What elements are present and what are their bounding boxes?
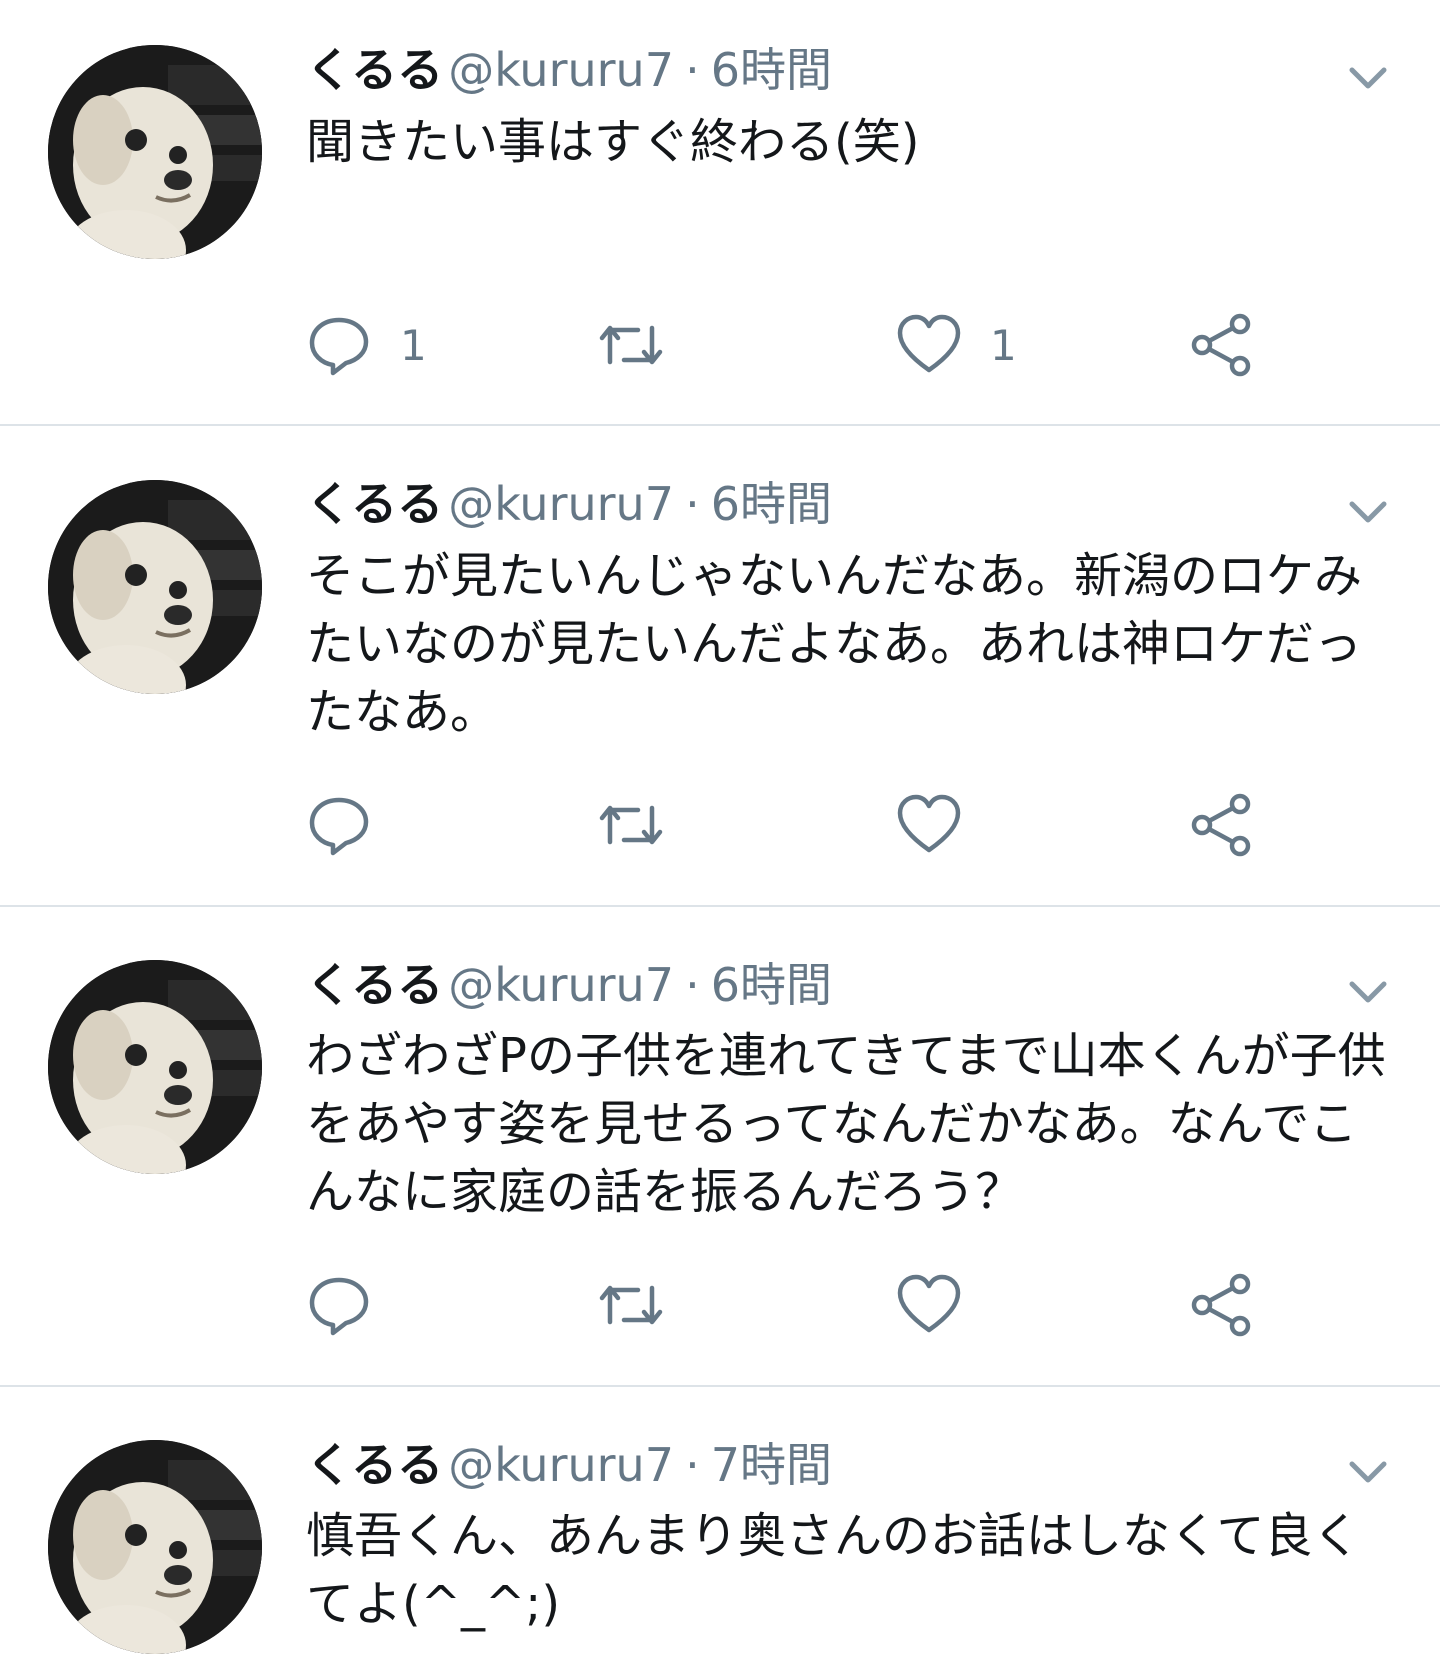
share-icon [1191, 793, 1251, 857]
dog-avatar-image [48, 45, 262, 259]
tweet-divider [0, 1385, 1440, 1387]
reply-button[interactable]: 1 [306, 310, 427, 380]
display-name[interactable]: くるる [306, 1438, 443, 1492]
share-icon [1191, 313, 1251, 377]
timestamp[interactable]: 6時間 [711, 958, 832, 1012]
user-handle[interactable]: @kururu7 [448, 958, 674, 1012]
reply-button[interactable] [306, 1270, 400, 1340]
avatar[interactable] [48, 960, 262, 1174]
dog-avatar-image [48, 480, 262, 694]
separator-dot: · [685, 1438, 700, 1492]
reply-count: 1 [400, 320, 427, 370]
avatar[interactable] [48, 45, 262, 259]
separator-dot: · [685, 958, 700, 1012]
chevron-down-icon[interactable] [1344, 972, 1392, 1012]
tweet-header: くるる @kururu7 · 7時間 [306, 1435, 832, 1495]
timestamp[interactable]: 6時間 [711, 477, 832, 531]
display-name[interactable]: くるる [306, 958, 443, 1012]
heart-icon [897, 314, 961, 373]
like-button[interactable] [896, 1270, 990, 1340]
share-button[interactable] [1190, 310, 1256, 380]
user-handle[interactable]: @kururu7 [448, 477, 674, 531]
retweet-button[interactable] [598, 1270, 692, 1340]
avatar[interactable] [48, 480, 262, 694]
tweet-divider [0, 905, 1440, 907]
like-button[interactable]: 1 [896, 310, 1017, 380]
retweet-button[interactable] [598, 790, 692, 860]
chevron-down-icon[interactable] [1344, 1452, 1392, 1492]
display-name[interactable]: くるる [306, 43, 443, 97]
share-button[interactable] [1190, 790, 1256, 860]
tweet-text: わざわざPの子供を連れてきてまで山本くんが子供をあやす姿を見せるってなんだかなあ… [306, 1028, 1386, 1220]
share-icon [1191, 1273, 1251, 1337]
reply-button[interactable] [306, 790, 400, 860]
retweet-icon [599, 325, 663, 365]
reply-icon [309, 317, 369, 376]
like-button[interactable] [896, 790, 990, 860]
reply-icon [309, 797, 369, 856]
share-button[interactable] [1190, 1270, 1256, 1340]
tweet-divider [0, 424, 1440, 426]
chevron-down-icon[interactable] [1344, 492, 1392, 532]
dog-avatar-image [48, 960, 262, 1174]
user-handle[interactable]: @kururu7 [448, 43, 674, 97]
tweet-header: くるる @kururu7 · 6時間 [306, 474, 832, 534]
heart-icon [897, 794, 961, 853]
display-name[interactable]: くるる [306, 477, 443, 531]
tweet-text: 慎吾くん、あんまり奥さんのお話はしなくて良くてよ(^_^;) [306, 1508, 1361, 1632]
retweet-icon [599, 805, 663, 845]
retweet-icon [599, 1285, 663, 1325]
heart-icon [897, 1274, 961, 1333]
dog-avatar-image [48, 1440, 262, 1654]
avatar[interactable] [48, 1440, 262, 1654]
retweet-button[interactable] [598, 310, 692, 380]
timestamp[interactable]: 7時間 [711, 1438, 832, 1492]
separator-dot: · [685, 43, 700, 97]
tweet-header: くるる @kururu7 · 6時間 [306, 955, 832, 1015]
chevron-down-icon[interactable] [1344, 58, 1392, 98]
user-handle[interactable]: @kururu7 [448, 1438, 674, 1492]
tweet-text: そこが見たいんじゃないんだなあ。新潟のロケみたいなのが見たいんだよなあ。あれは神… [306, 548, 1363, 740]
tweet-text: 聞きたい事はすぐ終わる(笑) [306, 114, 920, 170]
like-count: 1 [990, 320, 1017, 370]
reply-icon [309, 1277, 369, 1336]
timestamp[interactable]: 6時間 [711, 43, 832, 97]
separator-dot: · [685, 477, 700, 531]
tweet-header: くるる @kururu7 · 6時間 [306, 40, 832, 100]
